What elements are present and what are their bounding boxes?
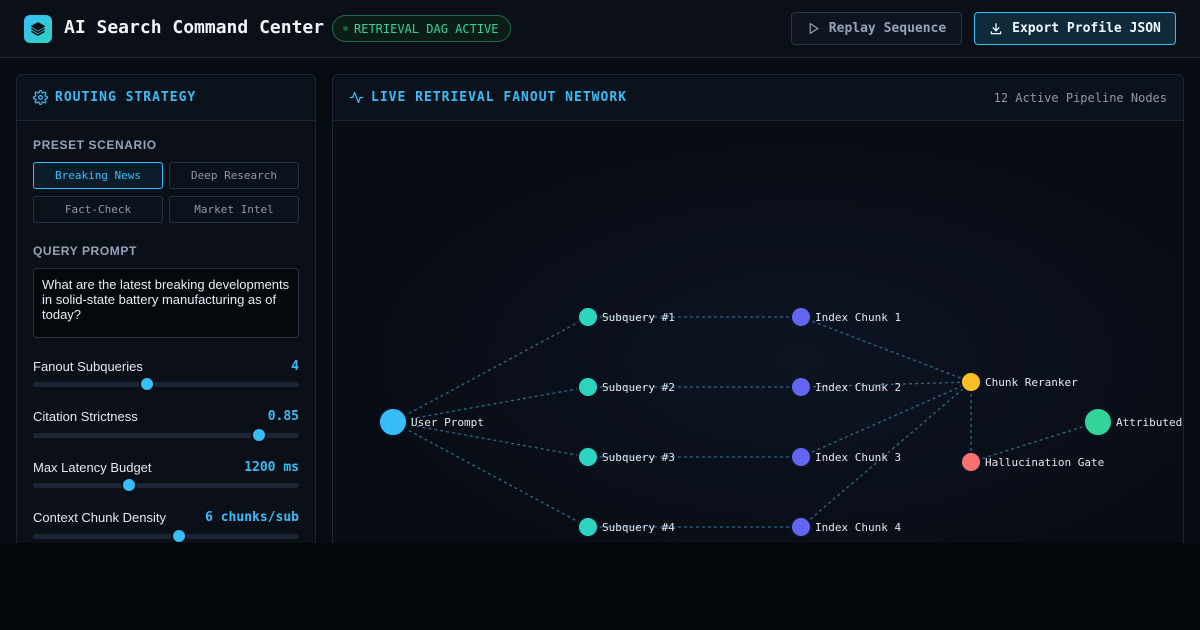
preset-breaking-news[interactable]: Breaking News bbox=[33, 162, 163, 189]
status-badge-label: RETRIEVAL DAG ACTIVE bbox=[354, 21, 499, 36]
fanout-subqueries-slider[interactable] bbox=[33, 376, 299, 392]
fanout-subqueries-value: 4 bbox=[291, 359, 299, 374]
status-dot-icon bbox=[343, 26, 348, 31]
node-label-out: Attributed bbox=[1116, 416, 1182, 429]
status-badge: RETRIEVAL DAG ACTIVE bbox=[332, 15, 511, 42]
top-bar: AI Search Command Center RETRIEVAL DAG A… bbox=[0, 0, 1200, 58]
app-window: AI Search Command Center RETRIEVAL DAG A… bbox=[0, 0, 1200, 543]
node-ch1[interactable] bbox=[790, 306, 812, 328]
citation-strictness-label: Citation Strictness bbox=[33, 409, 138, 424]
replay-sequence-button[interactable]: Replay Sequence bbox=[791, 12, 962, 45]
edge-ch1-rerank bbox=[800, 316, 972, 383]
preset-deep-research[interactable]: Deep Research bbox=[169, 162, 299, 189]
context-chunk-density-thumb[interactable] bbox=[171, 528, 188, 543]
export-profile-button[interactable]: Export Profile JSON bbox=[974, 12, 1176, 45]
max-latency-budget-value: 1200 ms bbox=[244, 460, 299, 475]
routing-strategy-title: ROUTING STRATEGY bbox=[55, 90, 197, 105]
app-title: AI Search Command Center bbox=[64, 17, 325, 38]
context-chunk-density-label: Context Chunk Density bbox=[33, 510, 166, 525]
node-ch2[interactable] bbox=[790, 376, 812, 398]
node-out[interactable] bbox=[1083, 407, 1113, 437]
edge-prompt-sq1 bbox=[392, 316, 589, 423]
node-prompt[interactable] bbox=[378, 407, 408, 437]
node-rerank[interactable] bbox=[960, 371, 982, 393]
node-sq1[interactable] bbox=[577, 306, 599, 328]
node-label-ch1: Index Chunk 1 bbox=[815, 311, 901, 324]
citation-strictness-slider[interactable] bbox=[33, 427, 299, 443]
citation-strictness-value: 0.85 bbox=[267, 409, 299, 424]
preset-scenario-label: PRESET SCENARIO bbox=[33, 138, 157, 152]
download-icon bbox=[990, 22, 1002, 34]
citation-strictness-thumb[interactable] bbox=[251, 427, 268, 443]
node-label-ch2: Index Chunk 2 bbox=[815, 381, 901, 394]
node-label-rerank: Chunk Reranker bbox=[985, 376, 1078, 389]
edge-prompt-sq4 bbox=[392, 421, 589, 528]
query-prompt-input[interactable]: What are the latest breaking development… bbox=[33, 268, 299, 338]
node-sq2[interactable] bbox=[577, 376, 599, 398]
node-label-sq1: Subquery #1 bbox=[602, 311, 675, 324]
node-label-sq2: Subquery #2 bbox=[602, 381, 675, 394]
gear-icon bbox=[33, 90, 48, 105]
query-prompt-label: QUERY PROMPT bbox=[33, 244, 137, 258]
play-icon bbox=[809, 23, 819, 34]
context-chunk-density-value: 6 chunks/sub bbox=[205, 510, 299, 525]
node-label-ch4: Index Chunk 4 bbox=[815, 521, 901, 534]
export-profile-label: Export Profile JSON bbox=[1012, 21, 1161, 36]
node-label-sq3: Subquery #3 bbox=[602, 451, 675, 464]
node-sq4[interactable] bbox=[577, 516, 599, 538]
network-graph-svg: User Prompt Subquery #1 Subquery #2 Subquer… bbox=[378, 306, 1182, 538]
node-label-sq4: Subquery #4 bbox=[602, 521, 675, 534]
fanout-subqueries-thumb[interactable] bbox=[139, 376, 156, 392]
fanout-network-title: LIVE RETRIEVAL FANOUT NETWORK bbox=[371, 90, 627, 105]
preset-market-intel[interactable]: Market Intel bbox=[169, 196, 299, 223]
fanout-network-panel: LIVE RETRIEVAL FANOUT NETWORK 12 Active … bbox=[332, 74, 1184, 543]
node-label-prompt: User Prompt bbox=[411, 416, 484, 429]
node-gate[interactable] bbox=[960, 451, 982, 473]
node-label-ch3: Index Chunk 3 bbox=[815, 451, 901, 464]
node-ch3[interactable] bbox=[790, 446, 812, 468]
node-sq3[interactable] bbox=[577, 446, 599, 468]
active-node-count: 12 Active Pipeline Nodes bbox=[993, 91, 1167, 105]
routing-strategy-header: ROUTING STRATEGY bbox=[17, 75, 315, 121]
fanout-network-header: LIVE RETRIEVAL FANOUT NETWORK 12 Active … bbox=[333, 75, 1183, 121]
fanout-subqueries-label: Fanout Subqueries bbox=[33, 359, 143, 374]
context-chunk-density-slider[interactable] bbox=[33, 528, 299, 543]
max-latency-budget-label: Max Latency Budget bbox=[33, 460, 152, 475]
max-latency-budget-slider[interactable] bbox=[33, 477, 299, 493]
routing-strategy-panel: ROUTING STRATEGY PRESET SCENARIO Breakin… bbox=[16, 74, 316, 543]
max-latency-budget-thumb[interactable] bbox=[120, 477, 137, 493]
preset-fact-check[interactable]: Fact-Check bbox=[33, 196, 163, 223]
network-graph[interactable]: User Prompt Subquery #1 Subquery #2 Subquer… bbox=[333, 121, 1183, 543]
activity-icon bbox=[349, 91, 364, 104]
replay-sequence-label: Replay Sequence bbox=[828, 21, 947, 36]
node-label-gate: Hallucination Gate bbox=[985, 456, 1104, 469]
node-ch4[interactable] bbox=[790, 516, 812, 538]
layers-logo-icon bbox=[24, 15, 52, 43]
